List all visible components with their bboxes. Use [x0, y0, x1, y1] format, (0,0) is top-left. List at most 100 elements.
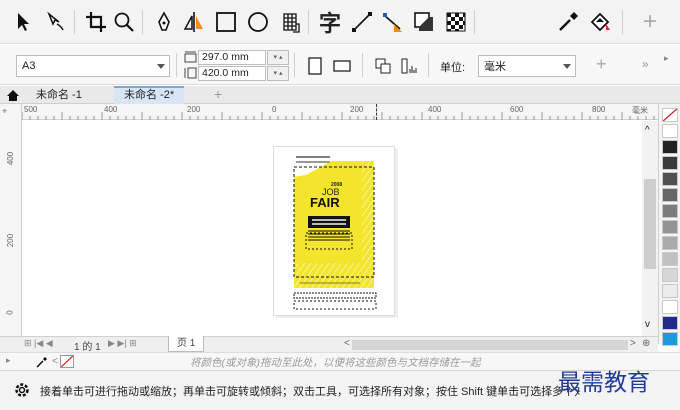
- ruler-label: 0: [272, 105, 277, 114]
- expand-icon[interactable]: ▸: [6, 355, 11, 366]
- no-color-swatch[interactable]: [662, 108, 678, 122]
- palette-left-icon[interactable]: <: [52, 355, 58, 367]
- home-icon[interactable]: [6, 89, 20, 102]
- chevron-down-icon: [157, 64, 165, 69]
- drop-shadow-tool-icon[interactable]: [410, 8, 438, 36]
- units-value: 毫米: [484, 61, 506, 73]
- page-height-field[interactable]: 420.0 mm: [198, 66, 266, 81]
- color-swatch[interactable]: [662, 236, 678, 250]
- property-bar: A3 297.0 mm ▾ ▴ 420.0 mm ▾ ▴ 单位: 毫米 + » …: [0, 45, 680, 85]
- tab-document-1[interactable]: 未命名 -1: [26, 86, 92, 104]
- color-swatch[interactable]: [662, 204, 678, 218]
- more-options-icon[interactable]: »: [642, 57, 649, 71]
- options-arrow-icon[interactable]: ▸: [664, 53, 669, 64]
- gear-icon[interactable]: [14, 382, 30, 398]
- pen-tool-icon[interactable]: [150, 8, 178, 36]
- rectangle-tool-icon[interactable]: [212, 8, 240, 36]
- page-counter: 1 的 1: [74, 342, 101, 353]
- ruler-label: 200: [6, 233, 16, 248]
- color-swatch[interactable]: [662, 188, 678, 202]
- page-navigator: ⊞ |◀ ◀ 1 的 1 ▶ ▶| ⊞ 页 1 < > ⊕: [0, 336, 658, 353]
- color-swatch[interactable]: [662, 156, 678, 170]
- paper-size-value: A3: [22, 60, 36, 72]
- drawing-canvas[interactable]: 2008 JOB FAIR: [22, 121, 642, 336]
- horizontal-scrollbar[interactable]: [352, 340, 628, 350]
- document-tab-bar: 未命名 -1 未命名 -2* +: [0, 86, 680, 104]
- nudge-distance-icon[interactable]: +: [596, 54, 607, 75]
- crop-tool-icon[interactable]: [82, 8, 110, 36]
- ruler-origin-icon[interactable]: ⌖: [2, 106, 7, 117]
- poster-title-line2: FAIR: [310, 195, 340, 210]
- units-dropdown[interactable]: 毫米: [478, 55, 576, 77]
- scroll-up-icon[interactable]: ^: [645, 125, 650, 136]
- color-swatch[interactable]: [662, 140, 678, 154]
- ruler-label: 200: [187, 105, 201, 114]
- line-tool-icon[interactable]: [348, 8, 376, 36]
- connector-tool-icon[interactable]: [378, 8, 406, 36]
- current-page-icon[interactable]: [400, 57, 418, 75]
- color-swatch[interactable]: [662, 284, 678, 298]
- page-nav-buttons-next[interactable]: ▶ ▶| ⊞: [108, 338, 137, 349]
- toolbar-separator: [74, 10, 75, 34]
- page-width-field[interactable]: 297.0 mm: [198, 50, 266, 65]
- eyedropper-small-icon[interactable]: [36, 356, 48, 368]
- page-width-icon: [184, 51, 197, 63]
- hscroll-left-icon[interactable]: <: [344, 338, 350, 349]
- color-swatch[interactable]: [662, 332, 678, 346]
- new-tab-button[interactable]: +: [204, 86, 232, 104]
- height-spinner[interactable]: ▾ ▴: [267, 66, 289, 81]
- tab-page-1[interactable]: 页 1: [168, 336, 205, 352]
- color-swatch[interactable]: [662, 172, 678, 186]
- portrait-orientation-icon[interactable]: [306, 56, 324, 76]
- color-swatch[interactable]: [662, 268, 678, 282]
- ruler-label: 500: [24, 105, 38, 114]
- page-height-icon: [184, 67, 197, 79]
- all-pages-icon[interactable]: [374, 57, 392, 75]
- toolbar-separator: [176, 53, 177, 77]
- ruler-ticks: [22, 112, 655, 120]
- no-color-swatch[interactable]: [60, 355, 74, 368]
- ruler-label: 200: [350, 105, 364, 114]
- eyedropper-tool-icon[interactable]: [554, 8, 582, 36]
- transparency-tool-icon[interactable]: [442, 8, 470, 36]
- ruler-label: 600: [510, 105, 524, 114]
- shape-tool-icon[interactable]: [42, 8, 70, 36]
- ruler-label: 400: [104, 105, 118, 114]
- fill-tool-icon[interactable]: [586, 8, 614, 36]
- scroll-thumb[interactable]: [644, 179, 656, 269]
- toolbar-separator: [622, 10, 623, 34]
- paper-size-dropdown[interactable]: A3: [16, 55, 170, 77]
- status-bar: 接着单击可进行拖动或缩放；再单击可旋转或倾斜；双击工具，可选择所有对象；按住 S…: [0, 370, 680, 410]
- chevron-down-icon: [563, 64, 571, 69]
- scroll-down-icon[interactable]: v: [645, 319, 650, 330]
- toolbar-separator: [474, 10, 475, 34]
- ruler-label: 400: [428, 105, 442, 114]
- landscape-orientation-icon[interactable]: [332, 58, 352, 74]
- width-spinner[interactable]: ▾ ▴: [267, 50, 289, 65]
- table-tool-icon[interactable]: [276, 8, 304, 36]
- add-tool-icon[interactable]: +: [636, 8, 664, 36]
- hscroll-right-icon[interactable]: >: [630, 338, 636, 349]
- color-swatch[interactable]: [662, 300, 678, 314]
- color-swatch[interactable]: [662, 220, 678, 234]
- toolbar-separator: [428, 53, 429, 77]
- color-swatch[interactable]: [662, 316, 678, 330]
- status-message: 接着单击可进行拖动或缩放；再单击可旋转或倾斜；双击工具，可选择所有对象；按住 S…: [40, 386, 580, 398]
- color-swatch[interactable]: [662, 124, 678, 138]
- artistic-media-icon[interactable]: [180, 8, 208, 36]
- cursor-guide: [376, 104, 377, 120]
- document-palette-hint: 将颜色(或对象)拖动至此处，以便将这些颜色与文档存储在一起: [190, 357, 481, 369]
- watermark-text: 最需教育: [558, 370, 650, 396]
- ellipse-tool-icon[interactable]: [244, 8, 272, 36]
- units-label: 单位:: [440, 62, 466, 74]
- vertical-scrollbar[interactable]: ^ v: [642, 121, 658, 336]
- color-swatch[interactable]: [662, 252, 678, 266]
- zoom-icon[interactable]: ⊕: [642, 338, 650, 349]
- page-nav-buttons[interactable]: ⊞ |◀ ◀: [24, 338, 53, 349]
- ruler-label: 800: [592, 105, 606, 114]
- pick-tool-icon[interactable]: [10, 8, 38, 36]
- ruler-label: 0: [5, 310, 15, 315]
- text-tool-icon[interactable]: 字: [316, 8, 344, 36]
- zoom-tool-icon[interactable]: [110, 8, 138, 36]
- tab-document-2[interactable]: 未命名 -2*: [114, 86, 185, 104]
